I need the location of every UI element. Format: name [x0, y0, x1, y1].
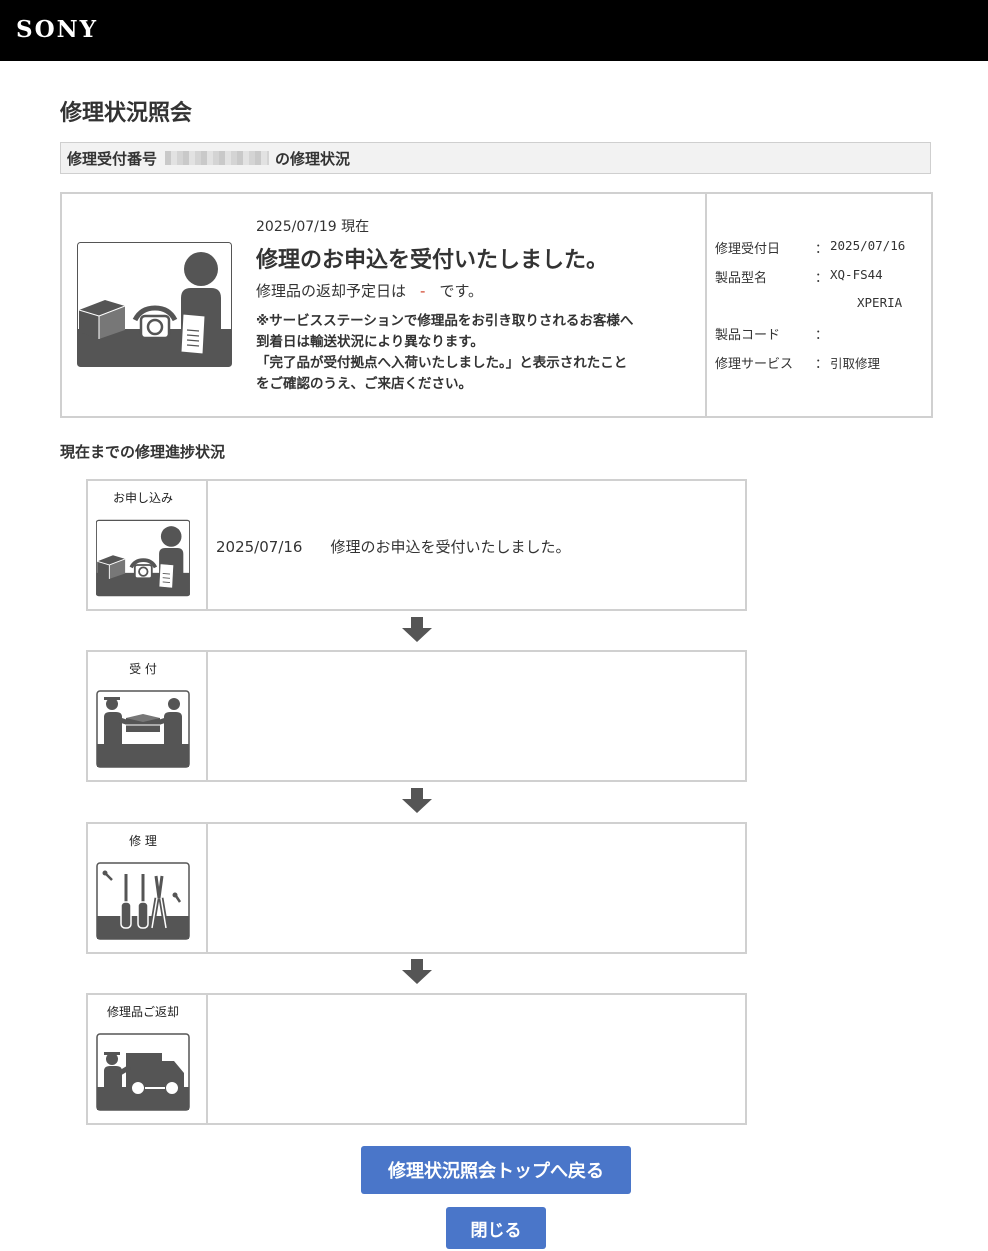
application-icon [96, 519, 190, 597]
sony-logo: SONY [16, 16, 99, 43]
pickup-notice: ※サービスステーションで修理品をお引き取りされるお客様へ 到着日は輸送状況により… [256, 311, 686, 395]
step-header: お申し込み [88, 481, 208, 609]
notice-line: ※サービスステーションで修理品をお引き取りされるお客様へ [256, 313, 634, 329]
info-value-secondary: XPERIA [857, 295, 903, 310]
current-status-panel: 2025/07/19 現在 修理のお申込を受付いたしました。 修理品の返却予定日… [60, 192, 933, 418]
step-date: 2025/07/16 [216, 538, 303, 556]
progress-step-repair: 修 理 [86, 822, 747, 954]
status-as-of-date: 2025/07/19 現在 [256, 219, 370, 235]
info-label: 製品型名 [715, 271, 768, 286]
info-separator: ： [815, 271, 829, 286]
step-header: 修 理 [88, 824, 208, 952]
panel-divider [705, 194, 707, 416]
status-headline: 修理のお申込を受付いたしました。 [256, 248, 609, 273]
close-button[interactable]: 閉じる [446, 1207, 546, 1249]
site-header: SONY [0, 0, 988, 61]
arrow-down-icon [402, 617, 432, 642]
notice-line: をご確認のうえ、ご来店ください。 [256, 376, 472, 392]
step-label: お申し込み [112, 491, 173, 505]
masked-receipt-number [165, 151, 270, 165]
step-content: 2025/07/16 修理のお申込を受付いたしました。 [216, 536, 570, 557]
notice-line: 到着日は輸送状況により異なります。 [256, 334, 484, 350]
return-date-line: 修理品の返却予定日は - です。 [256, 280, 483, 301]
application-icon [77, 242, 232, 367]
return-date-value: - [420, 282, 426, 300]
receipt-number-bar: 修理受付番号 の修理状況 [60, 142, 931, 174]
repair-tools-icon [96, 862, 190, 940]
progress-step-return: 修理品ご返却 [86, 993, 747, 1125]
step-label: 受 付 [129, 662, 157, 676]
progress-step-application: お申し込み 2025/07/16 修理のお申込を受付いたしました。 [86, 479, 747, 611]
info-label: 修理サービス [715, 357, 794, 372]
info-separator: ： [815, 357, 829, 372]
info-value: XQ-FS44 [830, 267, 883, 282]
step-message: 修理のお申込を受付いたしました。 [330, 538, 571, 556]
step-label: 修理品ご返却 [106, 1005, 179, 1019]
step-label: 修 理 [129, 834, 157, 848]
progress-section-title: 現在までの修理進捗状況 [60, 443, 226, 461]
reception-icon [96, 690, 190, 768]
return-date-label: 修理品の返却予定日は [256, 282, 407, 300]
return-date-suffix: です。 [439, 282, 483, 300]
info-separator: ： [815, 328, 829, 343]
step-header: 修理品ご返却 [88, 995, 208, 1123]
progress-step-reception: 受 付 [86, 650, 747, 782]
back-to-top-button[interactable]: 修理状況照会トップへ戻る [361, 1146, 631, 1194]
info-label: 製品コード [715, 328, 781, 343]
page-title: 修理状況照会 [60, 101, 193, 126]
receipt-status-suffix: の修理状況 [275, 149, 351, 168]
info-value: 2025/07/16 [830, 238, 906, 253]
arrow-down-icon [402, 959, 432, 984]
step-header: 受 付 [88, 652, 208, 780]
receipt-number-label: 修理受付番号 [67, 149, 158, 168]
info-label: 修理受付日 [715, 242, 781, 257]
info-value: 引取修理 [830, 356, 881, 371]
delivery-truck-icon [96, 1033, 190, 1111]
notice-line: 「完了品が受付拠点へ入荷いたしました。」と表示されたこと [256, 355, 628, 371]
arrow-down-icon [402, 788, 432, 813]
info-separator: ： [815, 242, 829, 257]
